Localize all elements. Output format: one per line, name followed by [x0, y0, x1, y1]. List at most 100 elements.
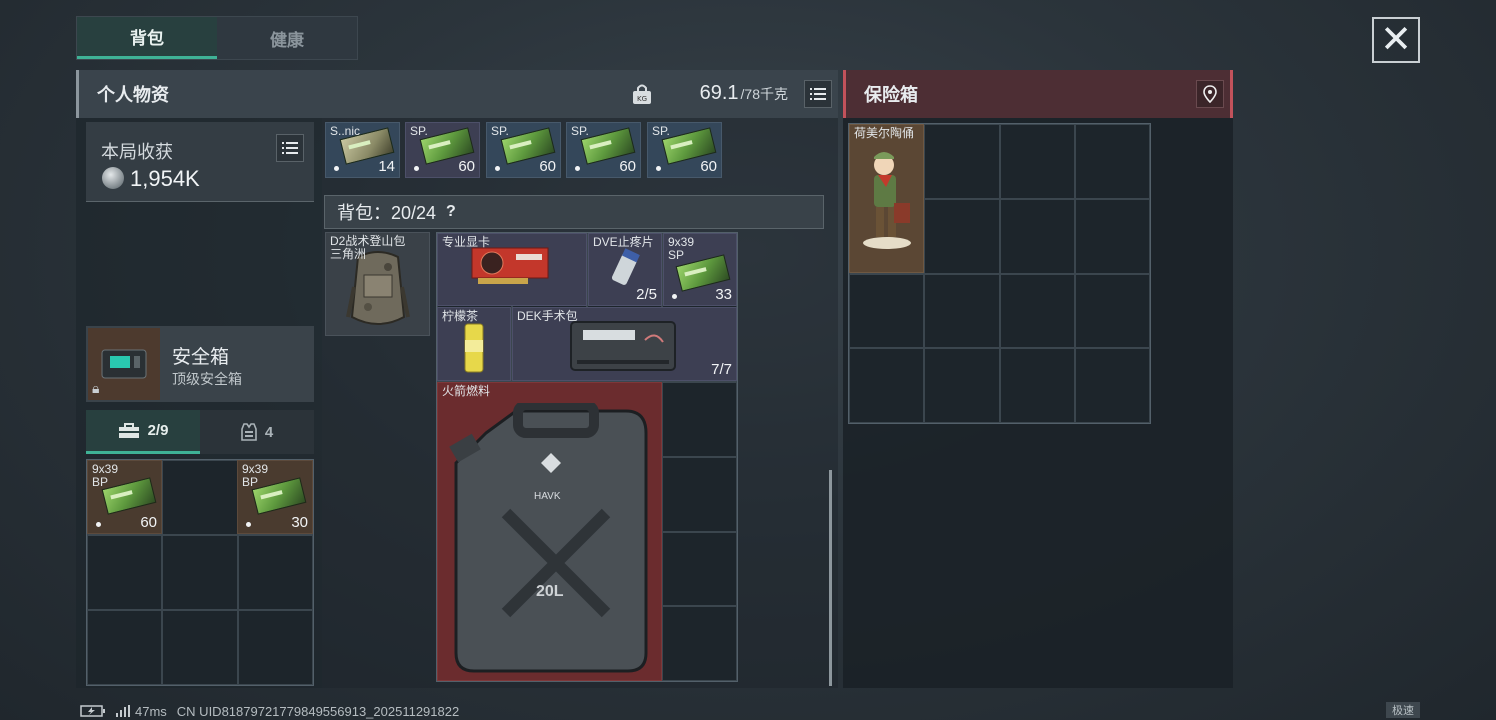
help-icon[interactable]: ?: [446, 203, 456, 221]
ping-readout: 47ms: [116, 704, 167, 719]
rig-count: 4: [264, 423, 274, 441]
ammo-dot-icon: [246, 522, 251, 527]
drink-can-image: [464, 323, 484, 373]
ammo-dot-icon: [495, 166, 500, 171]
ammo-item[interactable]: S..nic 14: [325, 122, 400, 178]
grid-cell[interactable]: [237, 535, 313, 610]
ammo-dot-icon: [96, 522, 101, 527]
safebox-subtitle: 顶级安全箱: [172, 371, 242, 387]
grid-cell[interactable]: [162, 610, 238, 685]
ammo-item[interactable]: SP. 60: [566, 122, 641, 178]
item-qty: 33: [715, 286, 732, 303]
safe-location-button[interactable]: [1196, 80, 1224, 108]
item-qty: 30: [291, 514, 308, 531]
grid-cell[interactable]: [999, 273, 1075, 349]
tab-rig[interactable]: 4: [200, 410, 314, 454]
grid-cell[interactable]: [662, 606, 737, 681]
item-name: 火箭燃料: [442, 384, 491, 398]
item-name: 9x39 BP: [92, 462, 119, 489]
tab-health[interactable]: 健康: [217, 17, 357, 59]
main-tabs: 背包 健康: [76, 16, 358, 60]
backpack-equipped-item[interactable]: D2战术登山包 三角洲: [325, 232, 430, 336]
ammo-item[interactable]: 9x39 BP 60: [87, 460, 162, 534]
ammo-item[interactable]: SP. 60: [486, 122, 561, 178]
tab-pockets[interactable]: 2/9: [86, 410, 200, 454]
item-name: 柠檬茶: [442, 309, 479, 323]
item-qty: 14: [378, 158, 395, 175]
grid-cell[interactable]: [999, 124, 1075, 199]
grid-cell[interactable]: [87, 535, 163, 610]
grid-cell[interactable]: [849, 348, 925, 423]
backpack-capacity-bar: 背包：20/24 ?: [324, 195, 824, 229]
toolbox-icon: [118, 422, 139, 438]
grid-cell[interactable]: [1074, 348, 1150, 423]
item-name: S..nic: [330, 124, 361, 138]
tab-backpack[interactable]: 背包: [77, 17, 217, 59]
ammo-item[interactable]: SP. 60: [647, 122, 722, 178]
grid-cell[interactable]: [662, 531, 737, 607]
fuel-volume: 20L: [536, 583, 564, 600]
grid-cell[interactable]: [1074, 198, 1150, 274]
backpack-capacity: 背包：20/24: [337, 203, 437, 223]
lock-icon: 🔒︎: [92, 380, 100, 396]
grid-cell[interactable]: [87, 610, 163, 685]
safebox-title: 安全箱: [172, 347, 230, 368]
item-name: DVE止疼片: [593, 235, 654, 249]
weight-readout: 69.1 /78千克: [700, 82, 788, 105]
item-name: 专业显卡: [442, 235, 491, 249]
ammo-dot-icon: [334, 166, 339, 171]
grid-cell[interactable]: [1074, 124, 1150, 199]
grid-cell[interactable]: [662, 456, 737, 532]
backpack-scrollbar[interactable]: [829, 470, 832, 686]
fuel-brand: HAVK: [534, 491, 561, 502]
ammo-item[interactable]: 9x39 SP 33: [663, 233, 737, 306]
figurine-item[interactable]: 荷美尔陶俑: [849, 124, 924, 273]
safe-title: 保险箱: [864, 85, 918, 105]
ammo-dot-icon: [656, 166, 661, 171]
ammo-dot-icon: [414, 166, 419, 171]
grid-cell[interactable]: [162, 535, 238, 610]
grid-cell[interactable]: [924, 124, 1000, 199]
item-name: 9x39 SP: [668, 235, 695, 262]
grid-cell[interactable]: [999, 198, 1075, 274]
item-qty: 2/5: [636, 286, 657, 303]
surgical-kit-image: [570, 321, 676, 371]
item-name: SP.: [652, 124, 670, 138]
ammo-dot-icon: [672, 294, 677, 299]
safe-header: 保险箱: [843, 70, 1233, 118]
item-name: D2战术登山包 三角洲: [330, 234, 406, 261]
harvest-label: 本局收获: [101, 142, 173, 162]
rocket-fuel-item[interactable]: HAVK 20L 火箭燃料: [437, 382, 662, 681]
weight-icon: KG: [633, 84, 651, 104]
grid-cell[interactable]: [1074, 273, 1150, 349]
item-qty: 7/7: [711, 361, 732, 378]
item-name: SP.: [491, 124, 509, 138]
grid-cell[interactable]: [999, 348, 1075, 423]
painkiller-item[interactable]: DVE止疼片 2/5: [588, 233, 662, 306]
svg-text:KG: KG: [637, 95, 647, 103]
close-button[interactable]: ✕: [1372, 17, 1420, 63]
grid-cell[interactable]: [849, 273, 925, 349]
grid-cell[interactable]: [662, 382, 737, 457]
vest-icon: [241, 423, 257, 441]
harvest-card: 本局收获 1,954K: [86, 122, 314, 202]
harvest-list-button[interactable]: [276, 134, 304, 162]
jerrycan-image: [449, 403, 648, 673]
sort-list-button[interactable]: [804, 80, 832, 108]
grid-cell[interactable]: [162, 460, 238, 535]
grid-cell[interactable]: [924, 273, 1000, 349]
graphics-card-item[interactable]: 专业显卡: [437, 233, 587, 306]
surgical-kit-item[interactable]: DEK手术包 7/7: [512, 307, 737, 381]
pockets-count: 2/9: [147, 422, 169, 439]
weight-value: 69.1: [699, 82, 739, 104]
grid-cell[interactable]: [237, 610, 313, 685]
weight-max: /78千克: [740, 86, 788, 102]
item-qty: 60: [140, 514, 157, 531]
grid-cell[interactable]: [924, 198, 1000, 274]
ammo-item[interactable]: 9x39 BP 30: [237, 460, 313, 534]
safebox-slot[interactable]: 🔒︎ 安全箱 顶级安全箱: [86, 326, 314, 402]
item-name: SP.: [410, 124, 428, 138]
grid-cell[interactable]: [924, 348, 1000, 423]
lemon-tea-item[interactable]: 柠檬茶: [437, 307, 511, 381]
ammo-item[interactable]: SP. 60: [405, 122, 480, 178]
